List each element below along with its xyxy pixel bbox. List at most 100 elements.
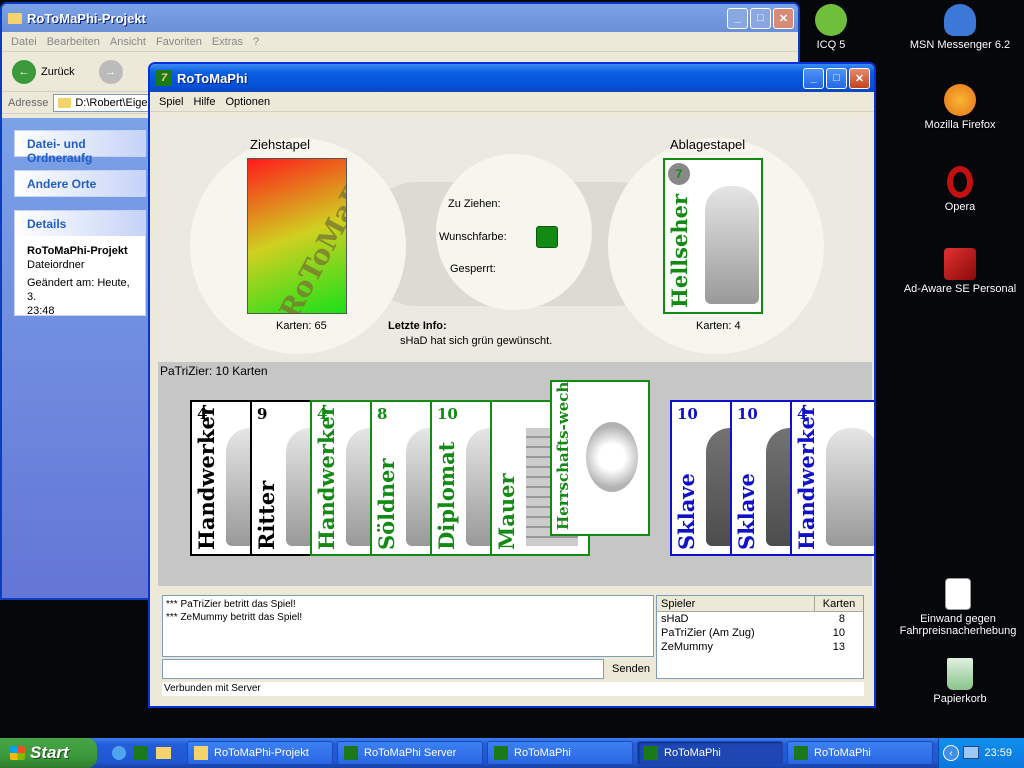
players-rows: sHaD 8 PaTriZier (Am Zug) 10 ZeMummy 13 bbox=[657, 612, 863, 654]
minimize-button[interactable]: _ bbox=[803, 67, 824, 89]
back-button-label[interactable]: Zurück bbox=[41, 66, 75, 78]
player-name: ZeMummy bbox=[661, 641, 713, 653]
details-time: 23:48 bbox=[27, 305, 55, 317]
draw-pile-label: Ziehstapel bbox=[250, 137, 310, 152]
explorer-menubar: Datei Bearbeiten Ansicht Favoriten Extra… bbox=[2, 32, 798, 52]
folder-quicklaunch-icon[interactable] bbox=[156, 747, 171, 759]
folder-icon bbox=[58, 97, 72, 108]
task-label: RoToMaPhi bbox=[514, 747, 571, 759]
players-header-cards[interactable]: Karten bbox=[815, 596, 863, 611]
chat-input[interactable] bbox=[162, 659, 604, 679]
player-name: sHaD bbox=[661, 613, 689, 625]
panel-details[interactable]: Details RoToMaPhi-Projekt Dateiordner Ge… bbox=[14, 210, 146, 317]
desktop-icon-document[interactable]: Einwand gegen Fahrpreisnacherhebung bbox=[898, 578, 1018, 637]
task-server[interactable]: RoToMaPhi Server bbox=[337, 741, 483, 765]
wish-color-label: Wunschfarbe: bbox=[439, 231, 507, 243]
draw-pile-card[interactable]: RoToMaPhi bbox=[247, 158, 347, 314]
game-board: Ziehstapel RoToMaPhi Karten: 65 Zu Ziehe… bbox=[158, 116, 872, 361]
menu-bearbeiten[interactable]: Bearbeiten bbox=[42, 36, 105, 48]
menu-hilfe[interactable]: Hilfe bbox=[188, 96, 220, 108]
close-button[interactable]: ✕ bbox=[849, 67, 870, 89]
recycle-bin-icon bbox=[947, 658, 973, 690]
card-name: Hellseher bbox=[667, 193, 692, 308]
game-menubar: Spiel Hilfe Optionen bbox=[150, 92, 874, 112]
menu-datei[interactable]: Datei bbox=[6, 36, 42, 48]
card-name: Söldner bbox=[374, 458, 399, 550]
firefox-icon bbox=[944, 84, 976, 116]
hand-area: PaTriZier: 10 Karten 4 Handwerker 9 Ritter 4… bbox=[158, 362, 874, 586]
player-row[interactable]: sHaD 8 bbox=[657, 612, 863, 626]
desktop-icon-msn[interactable]: MSN Messenger 6.2 bbox=[900, 4, 1020, 51]
players-header-name[interactable]: Spieler bbox=[657, 596, 815, 611]
player-row[interactable]: ZeMummy 13 bbox=[657, 640, 863, 654]
player-cards: 8 bbox=[838, 613, 845, 625]
card-name: Handwerker bbox=[194, 405, 219, 550]
word-document-icon bbox=[945, 578, 971, 610]
task-game-3[interactable]: RoToMaPhi bbox=[787, 741, 933, 765]
network-icon[interactable] bbox=[963, 746, 979, 759]
card-name: Handwerker bbox=[314, 405, 339, 550]
card-illustration bbox=[586, 422, 638, 492]
task-label: RoToMaPhi bbox=[664, 747, 721, 759]
panel-other-places[interactable]: Andere Orte bbox=[14, 170, 146, 197]
back-arrow-icon[interactable]: ← bbox=[12, 59, 36, 84]
game-title: RoToMaPhi bbox=[177, 70, 248, 86]
menu-ansicht[interactable]: Ansicht bbox=[105, 36, 151, 48]
address-label: Adresse bbox=[8, 96, 49, 109]
hand-card[interactable]: 4 Handwerker bbox=[790, 400, 874, 556]
draw-pile-count: Karten: 65 bbox=[276, 320, 327, 332]
player-cards: 10 bbox=[832, 627, 845, 639]
chat-log[interactable]: *** PaTriZier betritt das Spiel! *** ZeM… bbox=[162, 595, 654, 657]
desktop-icon-label: Einwand gegen Fahrpreisnacherhebung bbox=[899, 613, 1017, 637]
task-game-1[interactable]: RoToMaPhi bbox=[487, 741, 633, 765]
task-label: RoToMaPhi-Projekt bbox=[214, 747, 309, 759]
maximize-button[interactable]: □ bbox=[750, 7, 771, 29]
desktop-icon-recycle-bin[interactable]: Papierkorb bbox=[900, 658, 1020, 705]
send-button[interactable]: Senden bbox=[608, 658, 654, 680]
start-button[interactable]: Start bbox=[0, 738, 97, 768]
menu-help[interactable]: ? bbox=[248, 36, 264, 48]
desktop-icon-label: Papierkorb bbox=[933, 693, 987, 705]
task-explorer[interactable]: RoToMaPhi-Projekt bbox=[187, 741, 333, 765]
rotomaphi-quicklaunch-icon[interactable] bbox=[134, 746, 148, 760]
tray-expand-icon[interactable]: ‹ bbox=[943, 745, 959, 761]
chat-line: *** ZeMummy betritt das Spiel! bbox=[166, 612, 303, 623]
desktop-icon-adaware[interactable]: Ad-Aware SE Personal bbox=[900, 248, 1020, 295]
task-game-active[interactable]: RoToMaPhi bbox=[637, 741, 783, 765]
menu-spiel[interactable]: Spiel bbox=[154, 96, 188, 108]
panel-heading[interactable]: Datei- und Ordneraufg bbox=[15, 131, 145, 165]
close-button[interactable]: ✕ bbox=[773, 7, 794, 29]
player-row[interactable]: PaTriZier (Am Zug) 10 bbox=[657, 626, 863, 640]
card-name: Handwerker bbox=[794, 405, 819, 550]
game-window[interactable]: 7 RoToMaPhi _ □ ✕ Spiel Hilfe Optionen Z… bbox=[148, 62, 876, 708]
panel-file-tasks[interactable]: Datei- und Ordneraufg bbox=[14, 130, 146, 165]
desktop-icon-label: Opera bbox=[944, 201, 976, 213]
hand-card[interactable]: Herrschafts-wechsel bbox=[550, 380, 650, 536]
app-icon bbox=[344, 746, 358, 760]
msn-messenger-icon bbox=[944, 4, 976, 36]
panel-heading[interactable]: Andere Orte bbox=[15, 171, 145, 196]
card-name: Herrschafts-wechsel bbox=[554, 380, 572, 530]
menu-extras[interactable]: Extras bbox=[207, 36, 248, 48]
game-titlebar[interactable]: 7 RoToMaPhi _ □ ✕ bbox=[150, 64, 874, 92]
minimize-button[interactable]: _ bbox=[727, 7, 748, 29]
blocked-label: Gesperrt: bbox=[450, 263, 496, 275]
explorer-titlebar[interactable]: RoToMaPhi-Projekt _ □ ✕ bbox=[2, 4, 798, 32]
windows-logo-icon bbox=[10, 746, 25, 760]
card-number-badge: 7 bbox=[668, 163, 690, 185]
desktop-icon-firefox[interactable]: Mozilla Firefox bbox=[900, 84, 1020, 131]
desktop-icon-opera[interactable]: Opera bbox=[900, 166, 1020, 213]
app-icon bbox=[794, 746, 808, 760]
ie-quicklaunch-icon[interactable] bbox=[112, 746, 126, 760]
maximize-button[interactable]: □ bbox=[826, 67, 847, 89]
card-number: 8 bbox=[377, 405, 388, 423]
forward-arrow-icon[interactable]: → bbox=[98, 59, 123, 84]
panel-heading[interactable]: Details bbox=[15, 211, 145, 236]
menu-favoriten[interactable]: Favoriten bbox=[151, 36, 207, 48]
menu-optionen[interactable]: Optionen bbox=[220, 96, 275, 108]
clock[interactable]: 23:59 bbox=[984, 747, 1012, 759]
details-changed: Geändert am: Heute, 3. bbox=[27, 277, 130, 303]
players-list[interactable]: Spieler Karten sHaD 8 PaTriZier (Am Zug) 10… bbox=[656, 595, 864, 679]
status-bar: Verbunden mit Server bbox=[162, 682, 864, 696]
card-number: 9 bbox=[257, 405, 268, 423]
